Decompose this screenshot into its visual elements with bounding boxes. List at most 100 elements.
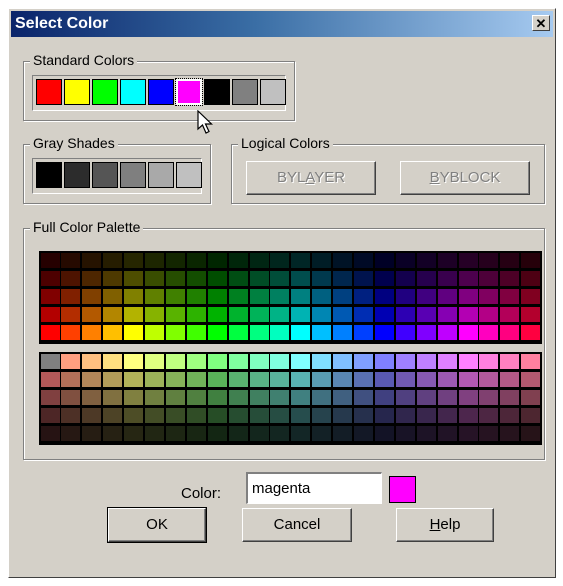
- palette-cell[interactable]: [459, 408, 478, 423]
- palette-cell[interactable]: [82, 271, 101, 286]
- palette-cell[interactable]: [500, 307, 519, 322]
- palette-cell[interactable]: [333, 253, 352, 268]
- close-button[interactable]: ✕: [532, 15, 550, 31]
- palette-cell[interactable]: [103, 253, 122, 268]
- palette-cell[interactable]: [145, 253, 164, 268]
- palette-cell[interactable]: [145, 408, 164, 423]
- palette-cell[interactable]: [354, 408, 373, 423]
- standard-color-swatch[interactable]: [232, 79, 258, 105]
- palette-cell[interactable]: [375, 325, 394, 340]
- palette-cell[interactable]: [375, 289, 394, 304]
- palette-cell[interactable]: [459, 271, 478, 286]
- palette-cell[interactable]: [396, 253, 415, 268]
- palette-cell[interactable]: [250, 390, 269, 405]
- palette-cell[interactable]: [417, 390, 436, 405]
- palette-cell[interactable]: [438, 426, 457, 441]
- palette-cell[interactable]: [521, 426, 540, 441]
- palette-cell[interactable]: [375, 390, 394, 405]
- palette-cell[interactable]: [354, 390, 373, 405]
- gray-shade-swatch[interactable]: [64, 162, 90, 188]
- palette-cell[interactable]: [333, 271, 352, 286]
- palette-cell[interactable]: [41, 372, 60, 387]
- palette-cell[interactable]: [479, 325, 498, 340]
- cancel-button[interactable]: Cancel: [242, 508, 352, 542]
- palette-cell[interactable]: [500, 372, 519, 387]
- palette-cell[interactable]: [166, 372, 185, 387]
- palette-cell[interactable]: [187, 253, 206, 268]
- palette-cell[interactable]: [396, 325, 415, 340]
- palette-cell[interactable]: [61, 307, 80, 322]
- palette-cell[interactable]: [396, 408, 415, 423]
- palette-cell[interactable]: [61, 325, 80, 340]
- palette-cell[interactable]: [438, 372, 457, 387]
- palette-cell[interactable]: [521, 253, 540, 268]
- palette-cell[interactable]: [500, 289, 519, 304]
- palette-cell[interactable]: [145, 372, 164, 387]
- palette-cell[interactable]: [333, 354, 352, 369]
- palette-cell[interactable]: [250, 253, 269, 268]
- palette-cell[interactable]: [459, 426, 478, 441]
- palette-cell[interactable]: [61, 271, 80, 286]
- palette-cell[interactable]: [521, 307, 540, 322]
- palette-cell[interactable]: [312, 390, 331, 405]
- palette-cell[interactable]: [229, 307, 248, 322]
- palette-cell[interactable]: [103, 307, 122, 322]
- palette-cell[interactable]: [459, 372, 478, 387]
- palette-cell[interactable]: [41, 289, 60, 304]
- palette-cell[interactable]: [61, 390, 80, 405]
- palette-cell[interactable]: [438, 307, 457, 322]
- palette-cell[interactable]: [291, 325, 310, 340]
- palette-cell[interactable]: [396, 390, 415, 405]
- palette-cell[interactable]: [354, 372, 373, 387]
- palette-cell[interactable]: [479, 390, 498, 405]
- palette-cell[interactable]: [208, 325, 227, 340]
- palette-cell[interactable]: [208, 271, 227, 286]
- palette-cell[interactable]: [375, 426, 394, 441]
- palette-cell[interactable]: [291, 426, 310, 441]
- palette-cell[interactable]: [459, 325, 478, 340]
- palette-cell[interactable]: [375, 271, 394, 286]
- palette-cell[interactable]: [312, 307, 331, 322]
- palette-cell[interactable]: [187, 307, 206, 322]
- palette-cell[interactable]: [354, 289, 373, 304]
- palette-cell[interactable]: [270, 408, 289, 423]
- palette-cell[interactable]: [145, 354, 164, 369]
- palette-cell[interactable]: [354, 426, 373, 441]
- palette-cell[interactable]: [521, 408, 540, 423]
- palette-cell[interactable]: [229, 426, 248, 441]
- standard-color-swatch[interactable]: [92, 79, 118, 105]
- standard-color-swatch[interactable]: [204, 79, 230, 105]
- palette-cell[interactable]: [124, 307, 143, 322]
- palette-cell[interactable]: [312, 426, 331, 441]
- palette-cell[interactable]: [103, 372, 122, 387]
- palette-cell[interactable]: [396, 372, 415, 387]
- palette-cell[interactable]: [500, 426, 519, 441]
- palette-cell[interactable]: [375, 372, 394, 387]
- palette-cell[interactable]: [459, 307, 478, 322]
- palette-cell[interactable]: [61, 354, 80, 369]
- palette-cell[interactable]: [166, 426, 185, 441]
- palette-cell[interactable]: [250, 372, 269, 387]
- palette-cell[interactable]: [250, 354, 269, 369]
- palette-cell[interactable]: [82, 408, 101, 423]
- palette-cell[interactable]: [229, 253, 248, 268]
- palette-cell[interactable]: [270, 426, 289, 441]
- palette-cell[interactable]: [417, 307, 436, 322]
- palette-cell[interactable]: [312, 408, 331, 423]
- palette-cell[interactable]: [124, 289, 143, 304]
- palette-cell[interactable]: [479, 354, 498, 369]
- palette-cell[interactable]: [187, 372, 206, 387]
- palette-cell[interactable]: [250, 307, 269, 322]
- palette-cell[interactable]: [500, 354, 519, 369]
- palette-cell[interactable]: [124, 408, 143, 423]
- palette-cell[interactable]: [124, 271, 143, 286]
- palette-cell[interactable]: [312, 372, 331, 387]
- palette-cell[interactable]: [145, 426, 164, 441]
- palette-cell[interactable]: [61, 253, 80, 268]
- palette-cell[interactable]: [375, 354, 394, 369]
- palette-cell[interactable]: [166, 289, 185, 304]
- palette-cell[interactable]: [103, 354, 122, 369]
- palette-cell[interactable]: [417, 325, 436, 340]
- palette-cell[interactable]: [270, 354, 289, 369]
- palette-cell[interactable]: [166, 390, 185, 405]
